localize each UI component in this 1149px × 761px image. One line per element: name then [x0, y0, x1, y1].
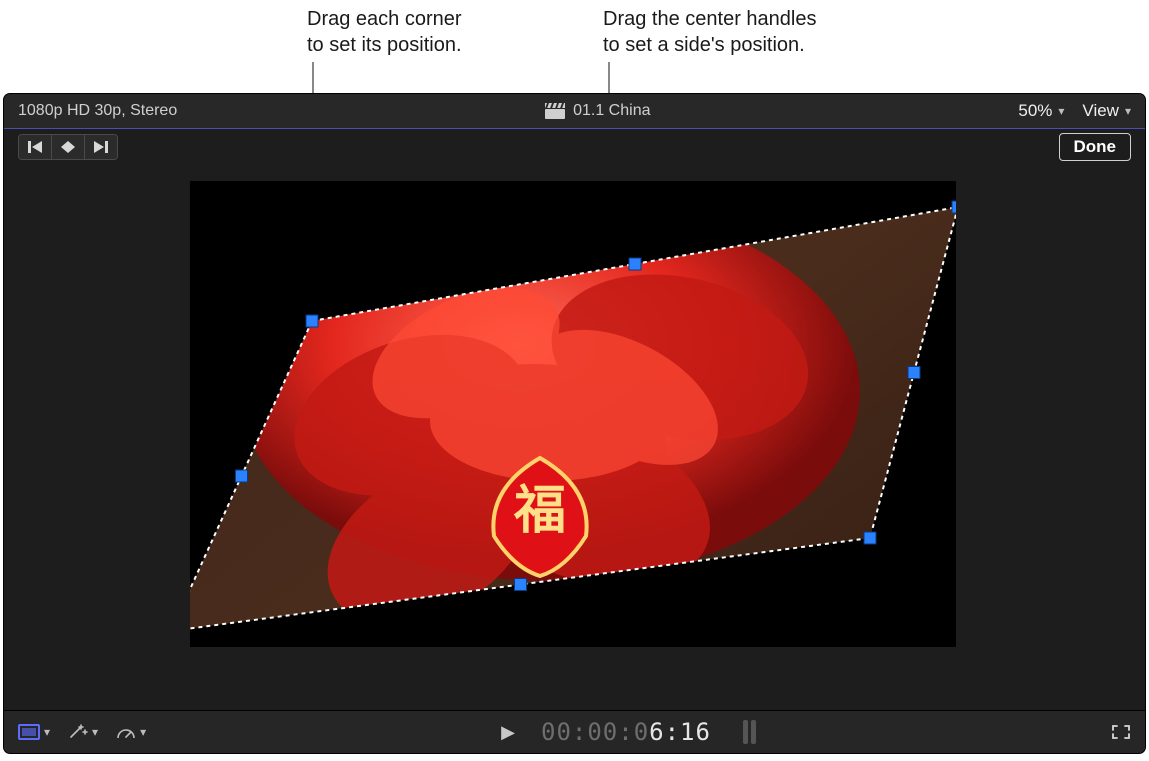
distort-handle-corner-tr[interactable] — [952, 201, 956, 213]
titlebar: 1080p HD 30p, Stereo 01.1 China 50% ▾ Vi… — [4, 94, 1145, 129]
viewer-window: 1080p HD 30p, Stereo 01.1 China 50% ▾ Vi… — [4, 94, 1145, 753]
clip-title: 01.1 China — [545, 102, 650, 120]
distort-handle-mid-left[interactable] — [236, 470, 248, 482]
chevron-down-icon: ▾ — [140, 725, 146, 739]
done-button[interactable]: Done — [1059, 133, 1132, 161]
transform-tool-menu[interactable]: ▾ — [18, 724, 50, 740]
retime-menu[interactable]: ▾ — [116, 724, 146, 740]
enhance-menu[interactable]: ▾ — [68, 724, 98, 740]
callout-corner-l1: Drag each corner — [307, 6, 462, 32]
svg-text:福: 福 — [513, 482, 566, 540]
callout-corner-l2: to set its position. — [307, 32, 462, 58]
clip-name: 01.1 China — [573, 102, 650, 120]
add-marker-button[interactable] — [52, 135, 85, 159]
nav-segment — [18, 134, 118, 160]
play-button[interactable]: ▶ — [501, 722, 515, 743]
timecode-bright: 6:16 — [649, 718, 711, 746]
zoom-value: 50% — [1018, 101, 1052, 121]
chevron-down-icon: ▾ — [1125, 104, 1131, 118]
callout-side: Drag the center handles to set a side's … — [603, 6, 816, 58]
view-menu[interactable]: View ▾ — [1082, 101, 1131, 121]
callout-side-l2: to set a side's position. — [603, 32, 816, 58]
chevron-down-icon: ▾ — [92, 725, 98, 739]
statusbar: ▾ ▾ ▾ ▶ 00:00:06:16 — [4, 710, 1145, 753]
callout-corner: Drag each corner to set its position. — [307, 6, 462, 58]
viewer-canvas[interactable]: 福 — [4, 165, 1145, 712]
fullscreen-button[interactable] — [1111, 724, 1131, 740]
chevron-down-icon: ▾ — [44, 725, 50, 739]
distort-handle-corner-br[interactable] — [864, 532, 876, 544]
tool-row: Done — [4, 129, 1145, 165]
next-edit-button[interactable] — [85, 135, 117, 159]
timecode-dim: 00:00:0 — [541, 718, 649, 746]
distort-handle-mid-right[interactable] — [908, 367, 920, 379]
chevron-down-icon: ▾ — [1058, 104, 1064, 118]
callout-side-l1: Drag the center handles — [603, 6, 816, 32]
distort-handle-corner-tl[interactable] — [306, 315, 318, 327]
clapper-icon — [545, 103, 565, 119]
distort-handle-mid-bottom[interactable] — [515, 579, 527, 591]
timecode[interactable]: 00:00:06:16 — [541, 718, 711, 746]
view-label: View — [1082, 101, 1119, 121]
format-label: 1080p HD 30p, Stereo — [18, 102, 177, 120]
audio-meter — [743, 720, 756, 744]
distort-handle-mid-top[interactable] — [629, 258, 641, 270]
video-frame: 福 — [190, 181, 956, 647]
prev-edit-button[interactable] — [19, 135, 52, 159]
zoom-menu[interactable]: 50% ▾ — [1018, 101, 1064, 121]
